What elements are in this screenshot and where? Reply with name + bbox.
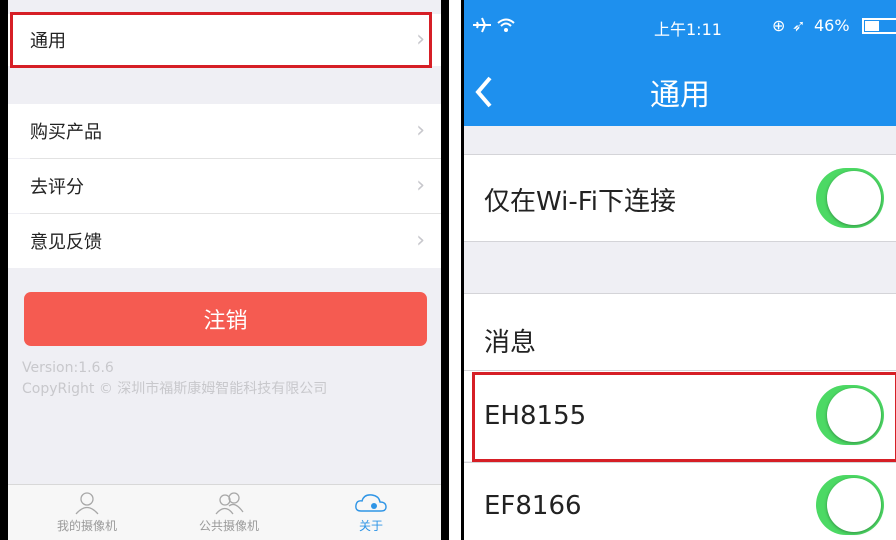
- page-title: 通用: [650, 78, 710, 113]
- chevron-right-icon: ›: [416, 173, 425, 198]
- device-toggle[interactable]: [816, 475, 884, 535]
- menu-item-buy[interactable]: 购买产品 ›: [8, 104, 441, 158]
- device-label: EF8166: [484, 491, 582, 521]
- logout-button[interactable]: 注销: [24, 292, 427, 346]
- version-text: Version:1.6.6: [22, 360, 114, 376]
- location-icon: ➶: [792, 16, 806, 35]
- chevron-right-icon: ›: [416, 118, 425, 143]
- people-icon: [215, 492, 244, 515]
- settings-panel: 通用 › 购买产品 › 去评分 › 意见反馈 › 注销 Version:1.6.…: [0, 0, 449, 540]
- device-row-ef8166: EF8166: [464, 463, 896, 540]
- cloud-icon: [355, 494, 387, 512]
- tab-label: 关于: [358, 519, 383, 533]
- tab-public-cameras[interactable]: 公共摄像机: [174, 491, 284, 534]
- highlight-box: [472, 372, 896, 462]
- navigation-bar: 通用: [464, 64, 896, 126]
- tab-my-cameras[interactable]: 我的摄像机: [32, 491, 142, 534]
- general-settings-panel: 上午1:11 ⊕ ➶ 46% 通用 仅在Wi-Fi下连接 消息 EH8155 E…: [461, 0, 896, 540]
- wifi-only-label: 仅在Wi-Fi下连接: [484, 187, 677, 217]
- divider: [464, 241, 896, 242]
- chevron-right-icon: ›: [416, 228, 425, 253]
- wifi-icon: [497, 18, 515, 32]
- menu-item-label: 去评分: [30, 177, 84, 198]
- status-time: 上午1:11: [654, 20, 722, 39]
- menu-item-label: 购买产品: [30, 122, 102, 143]
- person-icon: [75, 492, 99, 515]
- messages-section-header: 消息: [464, 294, 896, 370]
- battery-percent: 46%: [814, 16, 850, 35]
- status-bar: 上午1:11 ⊕ ➶ 46%: [464, 0, 896, 64]
- tab-label: 公共摄像机: [198, 519, 259, 533]
- menu-item-feedback[interactable]: 意见反馈 ›: [8, 214, 441, 268]
- menu-item-rate[interactable]: 去评分 ›: [8, 159, 441, 213]
- tab-bar: 我的摄像机 公共摄像机 关于: [8, 484, 441, 540]
- highlight-box: [10, 12, 432, 68]
- wifi-only-toggle[interactable]: [816, 168, 884, 228]
- copyright-text: CopyRight © 深圳市福斯康姆智能科技有限公司: [22, 381, 328, 397]
- wifi-only-row: 仅在Wi-Fi下连接: [464, 155, 896, 241]
- battery-icon: [862, 18, 896, 34]
- airplane-icon: [473, 17, 491, 33]
- section-label: 消息: [484, 328, 537, 358]
- tab-label: 我的摄像机: [56, 519, 117, 533]
- tab-about[interactable]: 关于: [316, 491, 426, 534]
- lock-rotation-icon: ⊕: [772, 16, 786, 35]
- menu-item-label: 意见反馈: [30, 232, 102, 253]
